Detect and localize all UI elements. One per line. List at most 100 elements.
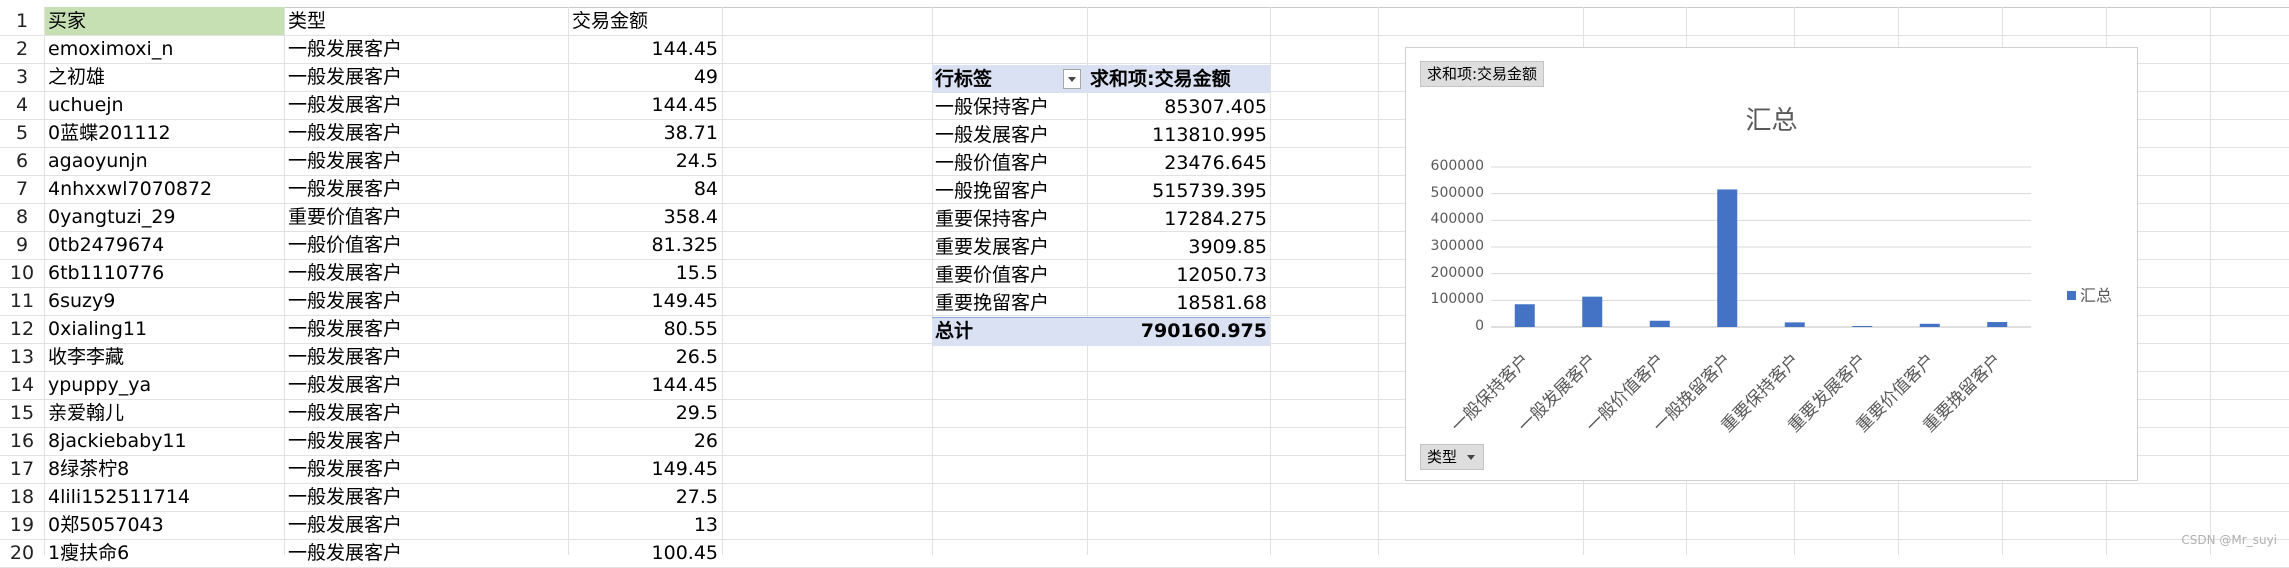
axis-field-button[interactable]: 类型 xyxy=(1420,444,1485,470)
type-cell: 一般发展客户 xyxy=(288,150,403,172)
row-number: 7 xyxy=(15,178,29,200)
type-cell: 一般发展客户 xyxy=(288,374,403,396)
pivot-item-value: 113810.995 xyxy=(1152,124,1267,146)
row-number: 8 xyxy=(15,206,29,228)
pivot-row-label: 行标签 xyxy=(935,68,993,90)
amount-cell: 144.45 xyxy=(651,94,718,116)
y-tick-label: 200000 xyxy=(1430,264,1484,281)
pivot-item-label: 重要价值客户 xyxy=(935,264,1050,286)
row-number: 16 xyxy=(9,430,35,452)
type-cell: 一般发展客户 xyxy=(288,178,403,200)
row-number: 13 xyxy=(9,346,35,368)
type-cell: 一般发展客户 xyxy=(288,122,403,144)
bar[interactable] xyxy=(1919,323,1940,327)
column-c-header: 交易金额 xyxy=(572,10,649,32)
type-cell: 一般发展客户 xyxy=(288,430,403,452)
buyer-cell: 收李李藏 xyxy=(48,346,125,368)
pivot-item-value: 18581.68 xyxy=(1176,292,1267,314)
type-cell: 一般发展客户 xyxy=(288,346,403,368)
amount-cell: 29.5 xyxy=(675,402,718,424)
amount-cell: 24.5 xyxy=(675,150,718,172)
row-number: 1 xyxy=(15,10,29,32)
pivot-total-value: 790160.975 xyxy=(1140,320,1267,342)
buyer-cell: 0yangtuzi_29 xyxy=(48,206,176,228)
bar[interactable] xyxy=(1987,322,2008,327)
amount-cell: 13 xyxy=(693,514,718,536)
grid-vline xyxy=(568,7,569,555)
bar[interactable] xyxy=(1784,322,1805,327)
amount-cell: 358.4 xyxy=(663,206,718,228)
type-cell: 重要价值客户 xyxy=(288,206,403,228)
pivot-item-value: 12050.73 xyxy=(1176,264,1267,286)
pivot-chart[interactable]: 求和项:交易金额 汇总 0 100000 200000 300000 400000 500… xyxy=(1405,47,2138,481)
row-number: 18 xyxy=(9,486,35,508)
grid-vline xyxy=(44,7,45,555)
bar[interactable] xyxy=(1514,304,1535,327)
pivot-item-label: 重要挽留客户 xyxy=(935,292,1050,314)
amount-cell: 149.45 xyxy=(651,458,718,480)
watermark: CSDN @Mr_suyi xyxy=(2181,533,2277,547)
filter-dropdown-icon[interactable] xyxy=(1063,69,1081,89)
row-number: 5 xyxy=(15,122,29,144)
type-cell: 一般发展客户 xyxy=(288,402,403,424)
amount-cell: 100.45 xyxy=(651,542,718,564)
column-b-header: 类型 xyxy=(288,10,327,32)
y-tick-label: 600000 xyxy=(1430,158,1484,174)
row-number: 3 xyxy=(15,66,29,88)
buyer-cell: 0tb2479674 xyxy=(48,234,165,256)
amount-cell: 149.45 xyxy=(651,290,718,312)
buyer-cell: 8绿茶柠8 xyxy=(48,458,130,480)
type-cell: 一般发展客户 xyxy=(288,318,403,340)
grid-vline xyxy=(1378,7,1379,555)
buyer-cell: 亲爱翰儿 xyxy=(48,402,125,424)
chevron-down-icon xyxy=(1467,455,1476,460)
y-tick-label: 0 xyxy=(1475,318,1484,334)
amount-cell: 80.55 xyxy=(663,318,718,340)
amount-cell: 27.5 xyxy=(675,486,718,508)
pivot-item-value: 3909.85 xyxy=(1188,236,1267,258)
pivot-item-value: 23476.645 xyxy=(1164,152,1267,174)
bar[interactable] xyxy=(1852,325,1873,327)
buyer-cell: 6suzy9 xyxy=(48,290,116,312)
buyer-cell: emoximoxi_n xyxy=(48,38,174,60)
pivot-item-value: 85307.405 xyxy=(1164,96,1267,118)
pivot-item-label: 一般发展客户 xyxy=(935,124,1050,146)
amount-cell: 81.325 xyxy=(651,234,718,256)
type-cell: 一般发展客户 xyxy=(288,38,403,60)
buyer-cell: 4nhxxwl7070872 xyxy=(48,178,213,200)
pivot-item-label: 重要发展客户 xyxy=(935,236,1050,258)
axis-field-label: 类型 xyxy=(1427,448,1458,466)
type-cell: 一般发展客户 xyxy=(288,262,403,284)
buyer-cell: 6tb1110776 xyxy=(48,262,165,284)
buyer-cell: ypuppy_ya xyxy=(48,374,152,396)
amount-cell: 144.45 xyxy=(651,374,718,396)
row-number: 17 xyxy=(9,458,35,480)
bar[interactable] xyxy=(1717,189,1738,327)
grid-vline xyxy=(2210,7,2211,555)
grid-vline xyxy=(722,7,723,555)
type-cell: 一般发展客户 xyxy=(288,94,403,116)
amount-cell: 15.5 xyxy=(675,262,718,284)
type-cell: 一般发展客户 xyxy=(288,514,403,536)
amount-cell: 144.45 xyxy=(651,38,718,60)
buyer-cell: uchuejn xyxy=(48,94,124,116)
type-cell: 一般发展客户 xyxy=(288,458,403,480)
pivot-value-label: 求和项:交易金额 xyxy=(1090,68,1231,90)
amount-cell: 26.5 xyxy=(675,346,718,368)
grid-vline xyxy=(284,7,285,555)
buyer-cell: agaoyunjn xyxy=(48,150,148,172)
column-a-header: 买家 xyxy=(48,10,87,32)
bar[interactable] xyxy=(1649,320,1670,327)
buyer-cell: 0郑5057043 xyxy=(48,514,164,536)
row-number: 15 xyxy=(9,402,35,424)
pivot-item-label: 一般保持客户 xyxy=(935,96,1050,118)
pivot-item-label: 一般挽留客户 xyxy=(935,180,1050,202)
y-tick-label: 400000 xyxy=(1430,211,1484,228)
type-cell: 一般发展客户 xyxy=(288,486,403,508)
bar[interactable] xyxy=(1582,296,1603,327)
pivot-item-label: 一般价值客户 xyxy=(935,152,1050,174)
type-cell: 一般价值客户 xyxy=(288,234,403,256)
pivot-item-value: 515739.395 xyxy=(1152,180,1267,202)
legend-swatch xyxy=(2067,291,2076,300)
type-cell: 一般发展客户 xyxy=(288,290,403,312)
